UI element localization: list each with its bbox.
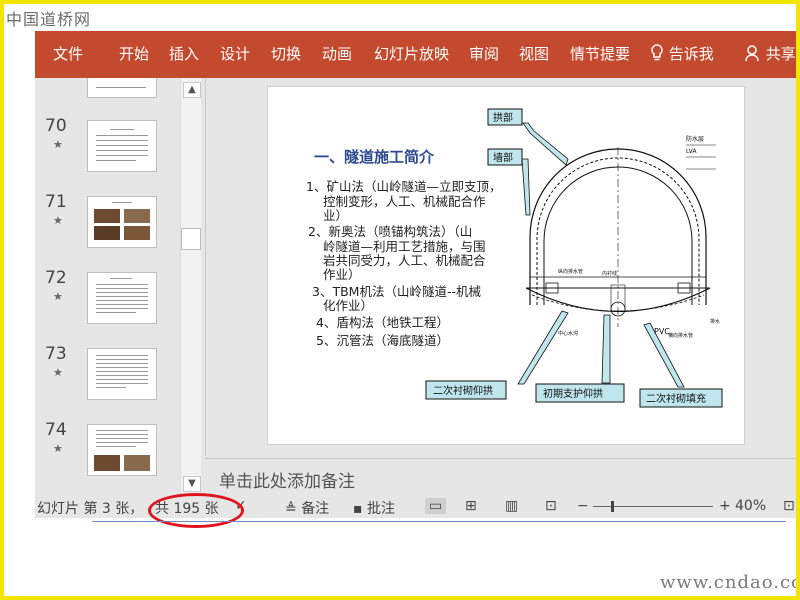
slide-thumbnail-pane[interactable]: 70 ★ 71 ★ 72 ★ 73 ★ 74 ★ ▲ ▼ [35, 78, 205, 496]
tab-review[interactable]: 审阅 [469, 31, 499, 78]
slide-thumbnail[interactable] [87, 348, 157, 400]
slide-title: 一、隧道施工简介 [314, 148, 435, 166]
scroll-up-icon[interactable]: ▲ [183, 82, 201, 98]
thumbnail-scrollbar[interactable]: ▲ ▼ [180, 78, 201, 496]
slide-number: 73 [45, 344, 67, 364]
slide-item: 5、沉管法（海底隧道） [316, 333, 449, 348]
slide-thumbnail[interactable] [87, 78, 157, 98]
slide-item: 3、TBM机法（山岭隧道--机械 [312, 284, 481, 299]
animation-star-icon: ★ [53, 442, 63, 455]
zoom-out-icon[interactable]: − [577, 498, 589, 514]
diagram-label-arch: 拱部 [493, 111, 513, 124]
slide-counter: 幻灯片 第 3 张， [37, 501, 144, 517]
share-label: 共享 [765, 45, 796, 63]
lightbulb-icon [651, 44, 663, 61]
slide-thumbnail[interactable] [87, 120, 157, 172]
tell-me-button[interactable]: 告诉我 [650, 31, 714, 78]
slide-editor: 一、隧道施工简介 1、矿山法（山岭隧道—立即支顶， 控制变形，人工、机械配合作 … [205, 78, 796, 456]
diagram-small-label: 横向排水管 [668, 332, 693, 339]
slide-number: 74 [45, 420, 67, 440]
diagram-label-invert-fill: 二次衬砌填充 [646, 392, 706, 405]
zoom-in-icon[interactable]: + [719, 498, 731, 514]
animation-star-icon: ★ [53, 138, 63, 151]
slide-item: 4、盾构法（地铁工程） [316, 315, 449, 330]
slide-canvas[interactable]: 一、隧道施工简介 1、矿山法（山岭隧道—立即支顶， 控制变形，人工、机械配合作 … [268, 87, 744, 444]
diagram-small-label: LVA [686, 148, 697, 155]
diagram-small-label: 中心水沟 [558, 330, 578, 337]
animation-star-icon: ★ [53, 214, 63, 227]
diagram-label-primary-support: 初期支护仰拱 [543, 387, 603, 400]
slide-item: 岩共同受力，人工、机械配合 [323, 253, 486, 268]
diagram-small-label: 排水 [710, 318, 720, 325]
powerpoint-window: 70 ★ 71 ★ 72 ★ 73 ★ 74 ★ ▲ ▼ 一、隧道施工简介 1、… [35, 78, 796, 518]
slide-number: 71 [45, 192, 67, 212]
notes-button[interactable]: ≜ 备注 [285, 498, 329, 518]
watermark-bottom: www.cndao.com [660, 572, 796, 593]
tab-slideshow[interactable]: 幻灯片放映 [374, 31, 449, 78]
diagram-small-label: 防水层 [686, 135, 704, 143]
tab-view[interactable]: 视图 [519, 31, 549, 78]
tab-design[interactable]: 设计 [220, 31, 250, 78]
watermark-top: 中国道桥网 [6, 10, 92, 29]
tab-file[interactable]: 文件 [53, 31, 83, 78]
slideshow-icon[interactable]: ⊡ [545, 498, 557, 514]
slide-thumbnail[interactable] [87, 424, 157, 476]
zoom-slider-handle[interactable] [611, 501, 614, 512]
diagram-small-label: 内衬线 [602, 270, 617, 277]
ribbon: 文件 开始 插入 设计 切换 动画 幻灯片放映 审阅 视图 情节提要 告诉我 共… [35, 31, 796, 78]
zoom-level[interactable]: 40% [735, 498, 766, 514]
notes-pane[interactable]: 单击此处添加备注 [205, 458, 796, 497]
notes-placeholder[interactable]: 单击此处添加备注 [219, 467, 355, 492]
reading-view-icon[interactable]: ▥ [505, 498, 518, 514]
slide-number: 70 [45, 116, 67, 136]
diagram-label-invert-lining: 二次衬砌仰拱 [433, 384, 493, 397]
animation-star-icon: ★ [53, 366, 63, 379]
slide-item: 控制变形，人工、机械配合作 [323, 194, 486, 209]
comments-button-label: 批注 [366, 501, 395, 517]
scroll-down-icon[interactable]: ▼ [183, 476, 201, 492]
tab-storyboarding[interactable]: 情节提要 [570, 31, 630, 78]
slide-item: 作业） [323, 267, 361, 282]
tab-transitions[interactable]: 切换 [271, 31, 301, 78]
slide-item: 1、矿山法（山岭隧道—立即支顶， [306, 179, 501, 194]
fit-to-window-icon[interactable]: ⊡ [783, 498, 795, 514]
slide-content: 一、隧道施工简介 1、矿山法（山岭隧道—立即支顶， 控制变形，人工、机械配合作 … [306, 108, 723, 408]
normal-view-icon[interactable]: ▭ [425, 498, 447, 514]
tab-animations[interactable]: 动画 [322, 31, 352, 78]
animation-star-icon: ★ [53, 290, 63, 303]
share-button[interactable]: 共享 [745, 31, 796, 78]
slide-number: 72 [45, 268, 67, 288]
slide-item: 化作业） [323, 298, 373, 313]
screenshot-frame: 中国道桥网 文件 开始 插入 设计 切换 动画 幻灯片放映 审阅 视图 情节提要… [0, 0, 800, 600]
comments-button[interactable]: ▪ 批注 [353, 498, 395, 518]
slide-thumbnail[interactable] [87, 196, 157, 248]
tab-home[interactable]: 开始 [119, 31, 149, 78]
divider-line [92, 521, 786, 522]
diagram-small-label: 纵向排水管 [558, 268, 583, 275]
slide-item: 岭隧道—利用工艺措施，与围 [323, 239, 486, 254]
slide-thumbnail[interactable] [87, 272, 157, 324]
tab-insert[interactable]: 插入 [169, 31, 199, 78]
zoom-slider[interactable] [593, 501, 713, 512]
slide-sorter-icon[interactable]: ⊞ [465, 498, 477, 514]
diagram-label-wall: 墙部 [493, 151, 513, 164]
slide-item: 业） [323, 208, 348, 223]
highlight-circle [148, 493, 244, 528]
person-icon [745, 45, 759, 62]
notes-button-label: 备注 [301, 501, 330, 517]
tell-me-label: 告诉我 [668, 45, 714, 63]
scrollbar-thumb[interactable] [181, 228, 201, 250]
slide-item: 2、新奥法（喷锚构筑法）（山 [308, 224, 472, 239]
